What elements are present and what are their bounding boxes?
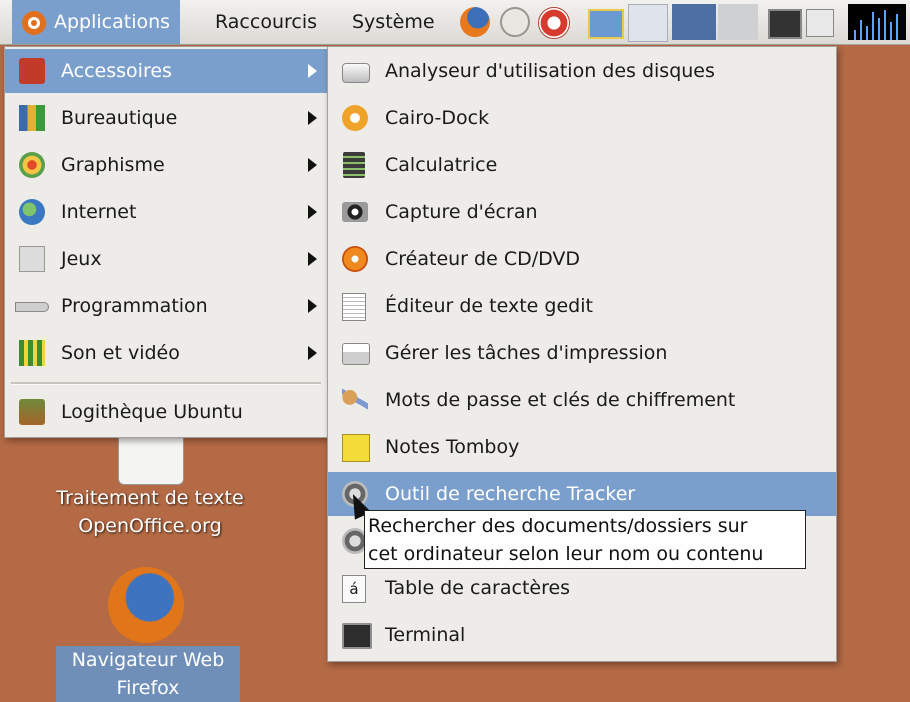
firefox-icon[interactable] <box>460 7 490 37</box>
menu-item-cairo-dock[interactable]: Cairo-Dock <box>328 96 836 140</box>
menu-item-label: Calculatrice <box>385 154 498 176</box>
software-center-icon <box>19 399 45 425</box>
text-editor-icon <box>342 293 366 321</box>
workspace-3[interactable] <box>718 4 758 40</box>
character-map-icon: á <box>342 575 366 603</box>
submenu-arrow-icon <box>308 158 317 172</box>
menu-item-software-center[interactable]: Logithèque Ubuntu <box>5 390 327 434</box>
workspace-1[interactable] <box>628 4 668 42</box>
internet-globe-icon <box>19 199 45 225</box>
calculator-icon <box>343 152 365 178</box>
menu-item-tomboy[interactable]: Notes Tomboy <box>328 425 836 469</box>
menu-item-terminal[interactable]: Terminal <box>328 613 836 657</box>
menu-item-calculator[interactable]: Calculatrice <box>328 143 836 187</box>
menu-item-label: Éditeur de texte gedit <box>385 295 593 317</box>
desktop-doc-label[interactable]: Traitement de texte OpenOffice.org <box>20 484 280 540</box>
mail-icon[interactable] <box>500 7 530 37</box>
desktop-doc-label-line2: OpenOffice.org <box>78 515 222 537</box>
firefox-desktop-icon[interactable] <box>108 567 184 643</box>
desktop-firefox-label-line2: Firefox <box>116 677 180 699</box>
submenu-arrow-icon <box>308 111 317 125</box>
graphics-icon <box>19 152 45 178</box>
tooltip-line2: cet ordinateur selon leur nom ou contenu <box>368 543 764 565</box>
menu-item-label: Son et vidéo <box>61 342 180 364</box>
programming-icon <box>15 302 49 312</box>
system-menu-label: Système <box>352 11 435 33</box>
cd-burner-icon <box>342 246 368 272</box>
tooltip: Rechercher des documents/dossiers sur ce… <box>364 510 806 569</box>
menu-item-label: Logithèque Ubuntu <box>61 401 243 423</box>
file-icon[interactable] <box>806 9 834 37</box>
menu-item-label: Accessoires <box>61 60 172 82</box>
menu-item-label: Notes Tomboy <box>385 436 520 458</box>
disk-usage-icon <box>342 63 370 83</box>
notes-icon <box>342 434 370 462</box>
cairo-dock-icon <box>342 105 368 131</box>
screen-icon[interactable] <box>588 9 624 39</box>
menu-item-label: Capture d'écran <box>385 201 538 223</box>
menu-item-gedit[interactable]: Éditeur de texte gedit <box>328 284 836 328</box>
submenu-arrow-icon <box>308 299 317 313</box>
top-panel: Applications Raccourcis Système <box>0 0 910 45</box>
menu-item-label: Jeux <box>61 248 102 270</box>
menu-item-passwords[interactable]: Mots de passe et clés de chiffrement <box>328 378 836 422</box>
printer-icon <box>342 343 370 365</box>
menu-item-label: Gérer les tâches d'impression <box>385 342 668 364</box>
system-monitor-graph[interactable] <box>848 4 906 40</box>
menu-item-print-jobs[interactable]: Gérer les tâches d'impression <box>328 331 836 375</box>
tooltip-line1: Rechercher des documents/dossiers sur <box>368 515 748 537</box>
terminal-icon[interactable] <box>768 9 802 39</box>
applications-menu[interactable]: Applications <box>12 0 181 44</box>
camera-icon <box>342 202 368 222</box>
menu-item-internet[interactable]: Internet <box>5 190 327 234</box>
shortcuts-menu-label: Raccourcis <box>215 11 318 33</box>
submenu-arrow-icon <box>308 205 317 219</box>
ubuntu-logo-icon <box>22 10 46 35</box>
submenu-arrow-icon <box>308 64 317 78</box>
menu-item-cd-burner[interactable]: Créateur de CD/DVD <box>328 237 836 281</box>
workspace-2[interactable] <box>672 4 716 40</box>
office-icon <box>19 105 45 131</box>
menu-item-label: Cairo-Dock <box>385 107 490 129</box>
submenu-arrow-icon <box>308 346 317 360</box>
help-icon[interactable] <box>538 7 570 39</box>
menu-item-office[interactable]: Bureautique <box>5 96 327 140</box>
games-icon <box>19 246 45 272</box>
desktop-firefox-label-line1: Navigateur Web <box>71 649 225 671</box>
submenu-arrow-icon <box>308 252 317 266</box>
keys-icon <box>342 387 368 413</box>
terminal-icon <box>342 623 372 649</box>
menu-item-label: Terminal <box>385 624 466 646</box>
menu-item-graphics[interactable]: Graphisme <box>5 143 327 187</box>
menu-item-sound-video[interactable]: Son et vidéo <box>5 331 327 375</box>
menu-item-programming[interactable]: Programmation <box>5 284 327 328</box>
menu-separator <box>11 382 321 385</box>
system-menu[interactable]: Système <box>342 0 445 44</box>
menu-item-label: Créateur de CD/DVD <box>385 248 581 270</box>
menu-item-label: Table de caractères <box>385 577 571 599</box>
menu-item-disk-usage[interactable]: Analyseur d'utilisation des disques <box>328 49 836 93</box>
menu-item-label: Mots de passe et clés de chiffrement <box>385 389 736 411</box>
sound-video-icon <box>19 340 45 366</box>
menu-item-label: Internet <box>61 201 137 223</box>
menu-item-label: Bureautique <box>61 107 178 129</box>
shortcuts-menu[interactable]: Raccourcis <box>205 0 327 44</box>
accessories-icon <box>19 58 45 84</box>
menu-item-screenshot[interactable]: Capture d'écran <box>328 190 836 234</box>
menu-item-charmap[interactable]: á Table de caractères <box>328 566 836 610</box>
menu-item-games[interactable]: Jeux <box>5 237 327 281</box>
menu-item-label: Programmation <box>61 295 208 317</box>
menu-item-accessories[interactable]: Accessoires <box>5 49 327 93</box>
menu-item-label: Graphisme <box>61 154 165 176</box>
desktop-doc-label-line1: Traitement de texte <box>56 487 244 509</box>
desktop-firefox-label[interactable]: Navigateur Web Firefox <box>56 646 240 702</box>
applications-menu-label: Applications <box>54 11 171 33</box>
menu-item-label: Analyseur d'utilisation des disques <box>385 60 715 82</box>
accessories-submenu: Analyseur d'utilisation des disques Cair… <box>327 46 837 662</box>
applications-dropdown: Accessoires Bureautique Graphisme Intern… <box>4 46 328 438</box>
